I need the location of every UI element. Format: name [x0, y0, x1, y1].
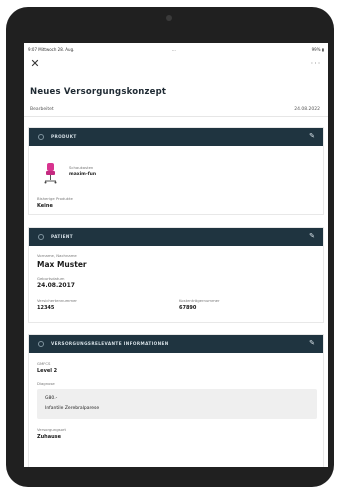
- name-value: Max Muster: [37, 260, 87, 269]
- date-label: 24.08.2022: [294, 107, 320, 112]
- product-header-title: PRODUKT: [51, 134, 77, 139]
- diagnosis-box: G80.- Infantile Zerebralparese: [37, 389, 317, 419]
- care-header-icon: [38, 341, 44, 347]
- top-bar: ✕ ···: [24, 57, 328, 73]
- product-label: Schaukasten: [69, 165, 94, 170]
- patient-card-header: PATIENT ✎: [29, 228, 323, 246]
- product-image: [44, 163, 57, 184]
- product-card: PRODUKT ✎ Schaukasten maxim-fun Bisherig…: [28, 127, 324, 215]
- page-title: Neues Versorgungskonzept: [30, 87, 167, 97]
- edit-care-info-icon[interactable]: ✎: [309, 339, 315, 347]
- insurance-number-label: Versichertennummer: [37, 298, 77, 303]
- camera-dot: [166, 15, 172, 21]
- payer-number-value: 67890: [179, 305, 197, 311]
- edit-patient-icon[interactable]: ✎: [309, 232, 315, 240]
- edit-status: Bearbeitet: [30, 107, 54, 112]
- tablet-frame: 9:07 Mittwoch 28. Aug. ... 99% ▮ ✕ ··· N…: [6, 7, 334, 487]
- diagnosis-text: Infantile Zerebralparese: [45, 406, 100, 411]
- diagnosis-label: Diagnose: [37, 381, 55, 386]
- level-label: GMFCS: [37, 361, 51, 366]
- product-name: maxim-fun: [69, 172, 97, 177]
- close-icon[interactable]: ✕: [28, 57, 42, 71]
- diagnosis-code: G80.-: [45, 396, 58, 401]
- patient-header-icon: [38, 234, 44, 240]
- location-value: Zuhause: [37, 434, 62, 440]
- status-dots: ...: [172, 47, 176, 52]
- patient-header-title: PATIENT: [51, 234, 74, 239]
- care-info-card-header: VERSORGUNGSRELEVANTE INFORMATIONEN ✎: [29, 335, 323, 353]
- status-battery: 99% ▮: [311, 47, 324, 52]
- app-screen: 9:07 Mittwoch 28. Aug. ... 99% ▮ ✕ ··· N…: [24, 43, 328, 467]
- birthdate-value: 24.08.2017: [37, 282, 75, 289]
- birthdate-label: Geburtsdatum: [37, 276, 65, 281]
- care-info-card: VERSORGUNGSRELEVANTE INFORMATIONEN ✎ GMF…: [28, 334, 324, 467]
- product-card-header: PRODUKT ✎: [29, 128, 323, 146]
- product-header-icon: [38, 134, 44, 140]
- edit-product-icon[interactable]: ✎: [309, 132, 315, 140]
- status-bar: 9:07 Mittwoch 28. Aug. ... 99% ▮: [24, 43, 328, 55]
- care-header-title: VERSORGUNGSRELEVANTE INFORMATIONEN: [51, 341, 169, 346]
- divider: [24, 116, 328, 117]
- level-value: Level 2: [37, 368, 58, 374]
- payer-number-label: Kostenträgernummer: [179, 298, 220, 303]
- status-time: 9:07 Mittwoch 28. Aug.: [28, 47, 75, 52]
- previous-products-label: Bisherige Produkte: [37, 196, 73, 201]
- previous-products-value: Keine: [37, 203, 53, 209]
- more-options-icon[interactable]: ···: [308, 57, 324, 71]
- patient-card: PATIENT ✎ Vorname, Nachname Max Muster G…: [28, 227, 324, 323]
- insurance-number-value: 12345: [37, 305, 55, 311]
- name-label: Vorname, Nachname: [37, 253, 77, 258]
- location-label: Versorgungsort: [37, 427, 66, 432]
